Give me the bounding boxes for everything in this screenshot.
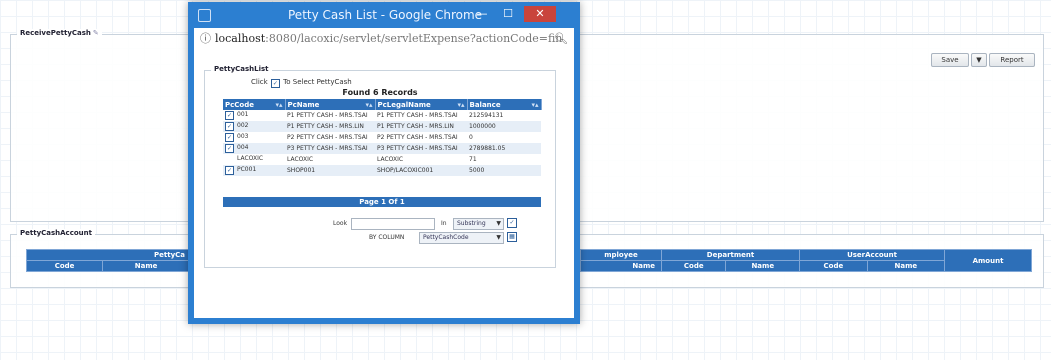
search-go-icon[interactable]: ▦ xyxy=(507,232,517,242)
petty-cash-table: PcCode ▾▴ PcName ▾▴ PcLegalName ▾▴ Balance ▾… xyxy=(223,99,542,176)
account-table-header-left: PettyCa Code Name xyxy=(25,249,190,272)
window-title: Petty Cash List - Google Chrome xyxy=(288,8,483,22)
info-icon[interactable]: ⓘ xyxy=(200,28,211,50)
search-input[interactable] xyxy=(351,218,435,230)
header-useraccount: UserAccount xyxy=(799,249,945,261)
maximize-icon[interactable]: ☐ xyxy=(498,6,518,22)
table-row[interactable]: ✓ 002 P1 PETTY CASH - MRS.LIN P1 PETTY CA… xyxy=(223,121,541,132)
app-icon xyxy=(198,9,211,22)
table-row[interactable]: ✓ 004 P3 PETTY CASH - MRS.TSAI P3 PETTY C… xyxy=(223,143,541,154)
minimize-icon[interactable]: — xyxy=(472,6,492,22)
url-path: :8080/lacoxic/servlet/servletExpense?act… xyxy=(265,32,563,45)
select-checkbox[interactable]: ✓ xyxy=(225,122,234,131)
column-pclegalname[interactable]: PcLegalName ▾▴ xyxy=(375,99,468,110)
column-pcname[interactable]: PcName ▾▴ xyxy=(285,99,376,110)
petty-cash-list-window: Petty Cash List - Google Chrome — ☐ ✕ ⓘ l… xyxy=(188,2,580,324)
pager[interactable]: Page 1 Of 1 xyxy=(223,197,541,207)
zoom-icon[interactable]: 🔍︎ xyxy=(554,28,568,50)
address-bar[interactable]: ⓘ localhost:8080/lacoxic/servlet/servletE… xyxy=(194,28,574,51)
table-row[interactable]: ✓ 003 P2 PETTY CASH - MRS.TSAI P2 PETTY C… xyxy=(223,132,541,143)
match-mode-select[interactable]: Substring ▼ xyxy=(453,218,504,230)
header-pettycash: PettyCa xyxy=(26,249,190,261)
header-name[interactable]: Name xyxy=(102,260,190,272)
petty-cash-list-panel: PettyCashList Click ✓ To Select PettyCas… xyxy=(204,65,556,268)
header-useraccount-name[interactable]: Name xyxy=(866,260,946,272)
receive-petty-cash-legend: ReceivePettyCash ✎ xyxy=(17,29,102,37)
header-amount[interactable]: Amount xyxy=(944,249,1032,272)
window-titlebar[interactable]: Petty Cash List - Google Chrome — ☐ ✕ xyxy=(188,2,580,28)
by-column-label: BY COLUMN xyxy=(369,234,405,241)
url-host: localhost xyxy=(215,32,266,45)
table-row[interactable]: ✓ PC001 SHOP001 SHOP/LACOXIC001 5000 xyxy=(223,165,541,176)
header-employee: mployee xyxy=(580,249,662,261)
petty-cash-account-legend: PettyCashAccount xyxy=(17,229,95,237)
save-dropdown-button[interactable]: ▼ xyxy=(971,53,987,67)
found-records: Found 6 Records xyxy=(342,88,418,97)
popup-content: PettyCashList Click ✓ To Select PettyCas… xyxy=(194,50,574,318)
account-table-header-right: mployee Department UserAccount Amount Na… xyxy=(580,249,1032,272)
header-department-code[interactable]: Code xyxy=(660,260,727,272)
table-row[interactable]: ✓ 001 P1 PETTY CASH - MRS.TSAI P1 PETTY C… xyxy=(223,110,541,121)
header-employee-name[interactable]: Name xyxy=(580,260,662,272)
checkbox-icon: ✓ xyxy=(270,79,280,88)
header-code[interactable]: Code xyxy=(25,260,104,272)
header-department-name[interactable]: Name xyxy=(725,260,801,272)
select-checkbox[interactable]: ✓ xyxy=(225,166,234,175)
header-useraccount-code[interactable]: Code xyxy=(799,260,868,272)
select-instruction: Click ✓ To Select PettyCash xyxy=(251,78,352,88)
save-button[interactable]: Save xyxy=(931,53,969,67)
select-checkbox[interactable]: ✓ xyxy=(225,144,234,153)
in-label: In xyxy=(441,220,447,227)
search-label: Look xyxy=(333,220,348,227)
chevron-down-icon: ▼ xyxy=(496,220,501,227)
chevron-down-icon: ▼ xyxy=(496,234,501,241)
column-balance[interactable]: Balance ▾▴ xyxy=(467,99,542,110)
table-row[interactable]: ✓LACOXIC LACOXIC LACOXIC 71 xyxy=(223,154,541,165)
close-icon[interactable]: ✕ xyxy=(524,6,556,22)
search-checkbox[interactable]: ✓ xyxy=(507,218,517,228)
select-checkbox[interactable]: ✓ xyxy=(225,133,234,142)
report-button[interactable]: Report xyxy=(989,53,1035,67)
select-checkbox[interactable]: ✓ xyxy=(225,111,234,120)
header-department: Department xyxy=(660,249,801,261)
column-pccode[interactable]: PcCode ▾▴ xyxy=(223,99,286,110)
petty-cash-list-legend: PettyCashList xyxy=(211,65,272,73)
column-select[interactable]: PettyCashCode ▼ xyxy=(419,232,504,244)
pencil-icon[interactable]: ✎ xyxy=(93,29,99,37)
